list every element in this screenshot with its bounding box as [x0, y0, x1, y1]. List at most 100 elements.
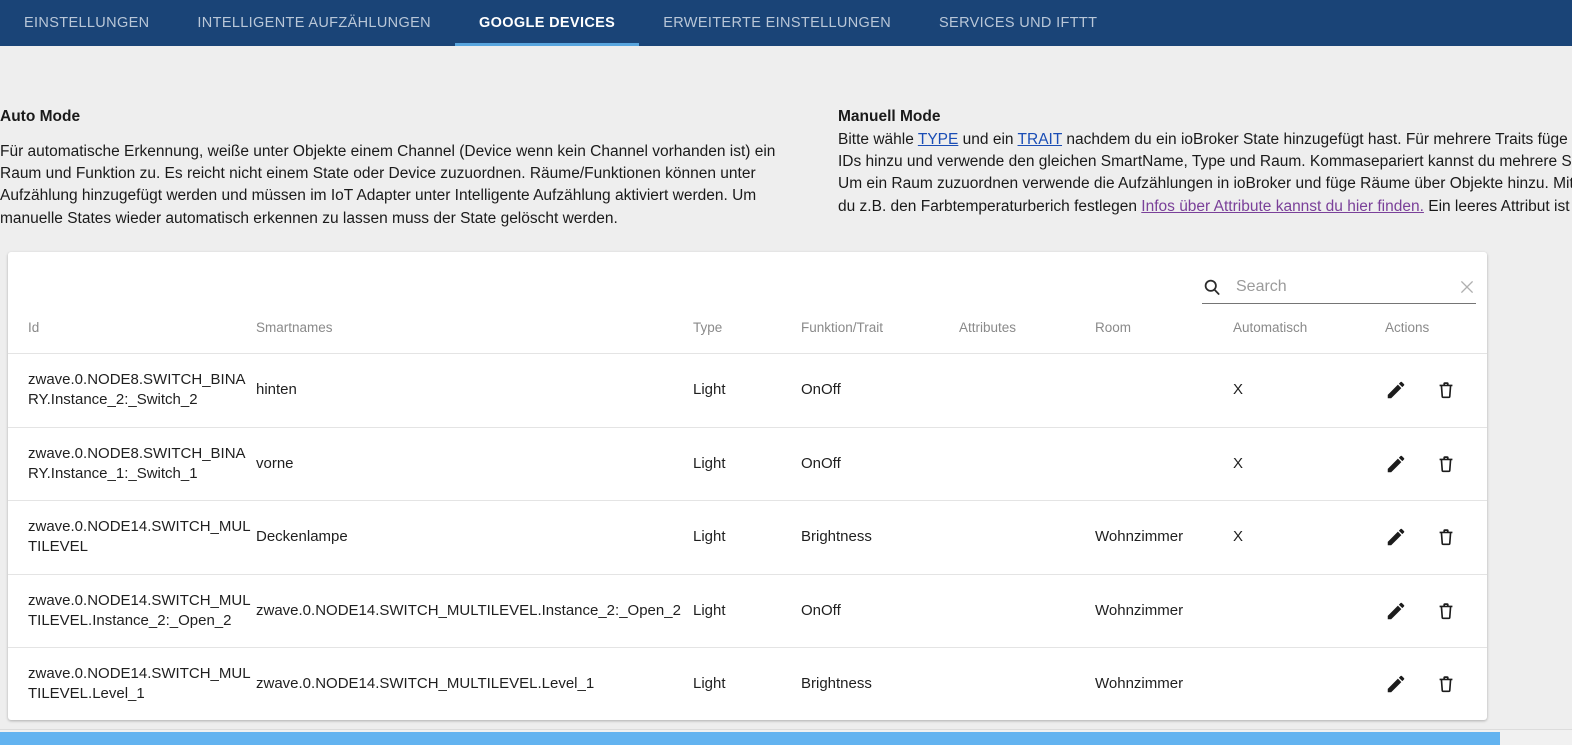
column-header-automatisch[interactable]: Automatisch — [1233, 320, 1385, 354]
cell-actions — [1385, 353, 1487, 427]
devices-card: Id Smartnames Type Funktion/Trait Attrib… — [8, 252, 1487, 720]
horizontal-scrollbar[interactable] — [0, 729, 1572, 745]
table-row[interactable]: zwave.0.NODE8.SWITCH_BINARY.Instance_1:_… — [8, 426, 1487, 501]
cell-room — [1095, 353, 1233, 427]
row-actions — [1385, 379, 1487, 401]
tab-google-devices[interactable]: GOOGLE DEVICES — [454, 0, 640, 46]
table-row[interactable]: zwave.0.NODE8.SWITCH_BINARY.Instance_2:_… — [8, 353, 1487, 427]
auto-mode-description: Für automatische Erkennung, weiße unter … — [0, 142, 776, 227]
tab-intelligente-aufzaehlungen[interactable]: INTELLIGENTE AUFZÄHLUNGEN — [173, 0, 455, 46]
row-actions — [1385, 453, 1487, 475]
cell-smartnames: zwave.0.NODE14.SWITCH_MULTILEVEL.Instanc… — [256, 573, 693, 648]
column-header-id[interactable]: Id — [8, 320, 256, 354]
tab-label: EINSTELLUNGEN — [24, 15, 150, 31]
cell-funktion: OnOff — [801, 426, 959, 501]
column-header-smartnames[interactable]: Smartnames — [256, 320, 693, 354]
table-header: Id Smartnames Type Funktion/Trait Attrib… — [8, 320, 1487, 354]
cell-id: zwave.0.NODE8.SWITCH_BINARY.Instance_2:_… — [8, 353, 256, 427]
cell-automatisch: X — [1233, 426, 1385, 501]
cell-type: Light — [693, 500, 801, 574]
pencil-icon[interactable] — [1385, 526, 1407, 548]
cell-smartnames: zwave.0.NODE14.SWITCH_MULTILEVEL.Level_1 — [256, 647, 693, 720]
trait-link[interactable]: TRAIT — [1018, 131, 1063, 148]
trash-icon[interactable] — [1435, 526, 1457, 548]
trash-icon[interactable] — [1435, 379, 1457, 401]
cell-type: Light — [693, 426, 801, 501]
column-header-type[interactable]: Type — [693, 320, 801, 354]
scrollbar-thumb[interactable] — [0, 732, 1500, 745]
cell-id: zwave.0.NODE14.SWITCH_MULTILEVEL — [8, 500, 256, 574]
cell-type: Light — [693, 353, 801, 427]
tab-label: GOOGLE DEVICES — [478, 15, 616, 31]
cell-automatisch: X — [1233, 500, 1385, 574]
cell-id: zwave.0.NODE14.SWITCH_MULTILEVEL.Instanc… — [8, 573, 256, 648]
table-row[interactable]: zwave.0.NODE14.SWITCH_MULTILEVEL.Instanc… — [8, 573, 1487, 648]
table-row[interactable]: zwave.0.NODE14.SWITCH_MULTILEVEL.Level_1… — [8, 647, 1487, 720]
type-link[interactable]: TYPE — [918, 131, 958, 148]
cell-smartnames: hinten — [256, 353, 693, 427]
cell-actions — [1385, 647, 1487, 720]
attribute-infos-link[interactable]: Infos über Attribute kannst du hier find… — [1141, 198, 1424, 215]
tab-bar: EINSTELLUNGEN INTELLIGENTE AUFZÄHLUNGEN … — [0, 0, 1572, 46]
manual-mode-block: Manuell Mode Bitte wähle TYPE und ein TR… — [838, 46, 1572, 218]
trash-icon[interactable] — [1435, 600, 1457, 622]
row-actions — [1385, 673, 1487, 695]
search-box[interactable] — [1202, 270, 1476, 304]
pencil-icon[interactable] — [1385, 673, 1407, 695]
tab-erweiterte-einstellungen[interactable]: ERWEITERTE EINSTELLUNGEN — [639, 0, 915, 46]
manual-text-part1: Bitte wähle — [838, 130, 918, 148]
manual-text-part2: und ein — [958, 130, 1018, 148]
cell-automatisch — [1233, 573, 1385, 648]
cell-funktion: Brightness — [801, 647, 959, 720]
auto-mode-block: Auto Mode Für automatische Erkennung, we… — [0, 46, 824, 230]
cell-attributes — [959, 573, 1095, 648]
cell-actions — [1385, 500, 1487, 574]
cell-type: Light — [693, 647, 801, 720]
cell-attributes — [959, 500, 1095, 574]
cell-type: Light — [693, 573, 801, 648]
cell-room — [1095, 426, 1233, 501]
search-input[interactable] — [1236, 277, 1450, 296]
table-row[interactable]: zwave.0.NODE14.SWITCH_MULTILEVEL Deckenl… — [8, 500, 1487, 574]
pencil-icon[interactable] — [1385, 600, 1407, 622]
cell-funktion: Brightness — [801, 500, 959, 574]
cell-id: zwave.0.NODE8.SWITCH_BINARY.Instance_1:_… — [8, 426, 256, 501]
cell-attributes — [959, 647, 1095, 720]
info-section: Auto Mode Für automatische Erkennung, we… — [0, 46, 1572, 242]
cell-attributes — [959, 353, 1095, 427]
trash-icon[interactable] — [1435, 453, 1457, 475]
tab-label: ERWEITERTE EINSTELLUNGEN — [663, 15, 892, 31]
close-icon[interactable] — [1458, 278, 1476, 296]
cell-smartnames: vorne — [256, 426, 693, 501]
row-actions — [1385, 526, 1487, 548]
search-row — [8, 252, 1487, 320]
cell-smartnames: Deckenlampe — [256, 500, 693, 574]
cell-room: Wohnzimmer — [1095, 573, 1233, 648]
column-header-attributes[interactable]: Attributes — [959, 320, 1095, 354]
table-header-row: Id Smartnames Type Funktion/Trait Attrib… — [8, 320, 1487, 354]
cell-funktion: OnOff — [801, 573, 959, 648]
cell-actions — [1385, 426, 1487, 501]
cell-automatisch: X — [1233, 353, 1385, 427]
pencil-icon[interactable] — [1385, 453, 1407, 475]
row-actions — [1385, 600, 1487, 622]
column-header-actions: Actions — [1385, 320, 1430, 335]
tab-label: INTELLIGENTE AUFZÄHLUNGEN — [197, 15, 431, 31]
cell-attributes — [959, 426, 1095, 501]
trash-icon[interactable] — [1435, 673, 1457, 695]
manual-text-part4: Ein leeres Attribut ist {} — [1423, 197, 1572, 215]
cell-room: Wohnzimmer — [1095, 500, 1233, 574]
cell-actions — [1385, 573, 1487, 648]
tab-services-und-ifttt[interactable]: SERVICES UND IFTTT — [915, 0, 1121, 46]
manual-mode-description: Bitte wähle TYPE und ein TRAIT nachdem d… — [838, 129, 1572, 218]
column-header-room[interactable]: Room — [1095, 320, 1233, 354]
search-icon — [1202, 277, 1222, 297]
cell-automatisch — [1233, 647, 1385, 720]
tab-einstellungen[interactable]: EINSTELLUNGEN — [0, 0, 173, 46]
cell-id: zwave.0.NODE14.SWITCH_MULTILEVEL.Level_1 — [8, 647, 256, 720]
pencil-icon[interactable] — [1385, 379, 1407, 401]
auto-mode-title: Auto Mode — [0, 108, 81, 125]
cell-funktion: OnOff — [801, 353, 959, 427]
column-header-funktion[interactable]: Funktion/Trait — [801, 320, 959, 354]
table-body: zwave.0.NODE8.SWITCH_BINARY.Instance_2:_… — [8, 353, 1487, 720]
